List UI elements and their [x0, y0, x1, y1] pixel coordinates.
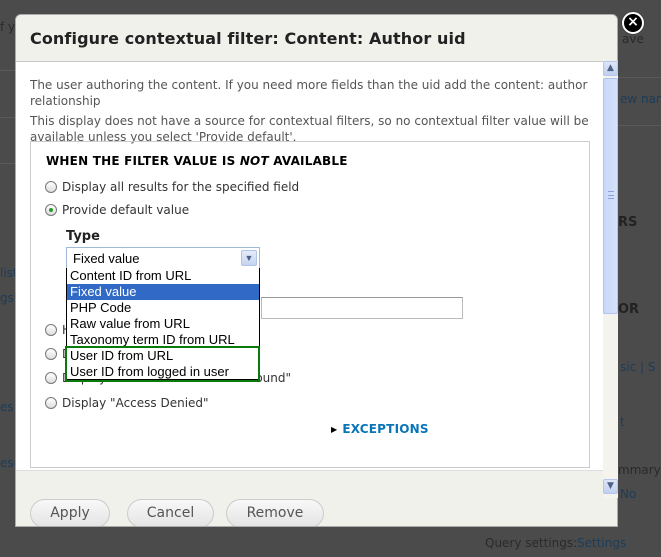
bg-text: f y — [0, 20, 16, 34]
scroll-down-icon[interactable]: ▼ — [603, 479, 618, 494]
bg-link: t — [620, 415, 625, 429]
cancel-button[interactable]: Cancel — [127, 499, 214, 526]
fieldset-legend: WHEN THE FILTER VALUE IS NOT AVAILABLE — [46, 154, 348, 168]
dropdown-option-selected[interactable]: Fixed value — [67, 284, 259, 300]
radio-button[interactable] — [45, 181, 57, 193]
bg-text: ave — [622, 32, 644, 46]
dialog-titlebar: Configure contextual filter: Content: Au… — [16, 15, 617, 62]
description-text: The user authoring the content. If you n… — [30, 78, 588, 108]
radio-display-all[interactable]: Display all results for the specified fi… — [45, 180, 299, 194]
type-select[interactable]: Fixed value ▼ — [66, 247, 260, 269]
bg-link: Settings — [577, 536, 627, 550]
bg-text: Query settings: — [485, 536, 578, 550]
radio-access-denied[interactable]: Display "Access Denied" — [45, 396, 209, 410]
dialog-footer: Apply Cancel Remove — [16, 470, 617, 526]
radio-button[interactable] — [45, 372, 57, 384]
filter-description: The user authoring the content. If you n… — [30, 77, 590, 145]
dropdown-option[interactable]: Content ID from URL — [67, 268, 259, 284]
bg-link: No — [620, 487, 637, 501]
dropdown-option[interactable]: Raw value from URL — [67, 316, 259, 332]
chevron-down-icon[interactable]: ▼ — [241, 250, 257, 266]
radio-button[interactable] — [45, 324, 57, 336]
bg-link: gs — [0, 291, 14, 305]
radio-button-checked[interactable] — [45, 204, 57, 216]
dialog-content: The user authoring the content. If you n… — [16, 63, 604, 470]
apply-button[interactable]: Apply — [30, 499, 110, 526]
dialog-title: Configure contextual filter: Content: Au… — [30, 28, 466, 48]
radio-button[interactable] — [45, 348, 57, 360]
bg-text: mmary: — [618, 463, 661, 477]
close-icon[interactable]: × — [622, 12, 644, 34]
radio-provide-default[interactable]: Provide default value — [45, 203, 189, 217]
remove-button[interactable]: Remove — [226, 499, 324, 526]
bg-heading: OR — [618, 302, 640, 317]
dialog-scrollbar[interactable]: ▲ ▼ — [603, 61, 618, 498]
dropdown-option[interactable]: PHP Code — [67, 300, 259, 316]
triangle-right-icon: ▶ — [331, 424, 338, 434]
bg-link: ew nam — [620, 92, 661, 106]
scrollbar-thumb[interactable] — [603, 78, 618, 314]
bg-heading: RS — [618, 215, 638, 230]
radio-button[interactable] — [45, 397, 57, 409]
type-label: Type — [66, 229, 100, 244]
fixed-value-input[interactable] — [261, 297, 463, 319]
annotation-highlight-box — [65, 346, 260, 382]
bg-link: sic | S — [620, 360, 656, 374]
exceptions-toggle[interactable]: ▶ EXCEPTIONS — [331, 422, 429, 436]
scroll-up-icon[interactable]: ▲ — [603, 61, 618, 76]
